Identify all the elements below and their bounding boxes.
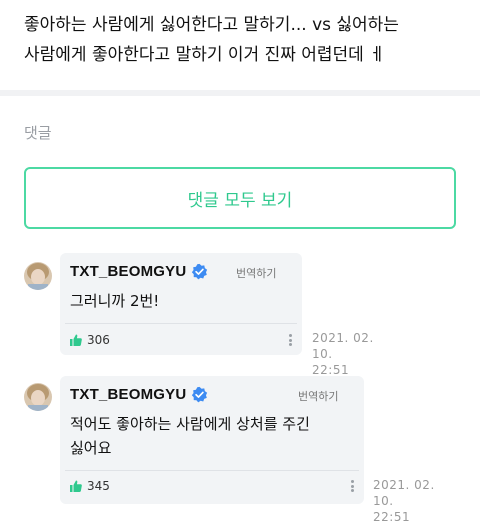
like-button[interactable]: 306 bbox=[70, 333, 110, 347]
comment-bubble: TXT_BEOMGYU 번역하기 그러니까 2번! 306 bbox=[60, 253, 302, 355]
comments-label: 댓글 bbox=[24, 124, 52, 142]
like-icon bbox=[70, 480, 82, 492]
avatar[interactable] bbox=[24, 262, 52, 290]
bubble-divider bbox=[65, 470, 359, 471]
avatar[interactable] bbox=[24, 383, 52, 411]
like-count: 345 bbox=[87, 479, 110, 493]
author-row: TXT_BEOMGYU bbox=[70, 386, 208, 403]
comment-bubble: TXT_BEOMGYU 번역하기 적어도 좋아하는 사람에게 상처를 주긴 싫어… bbox=[60, 376, 364, 504]
view-all-comments-button[interactable]: 댓글 모두 보기 bbox=[24, 167, 456, 229]
post-body: 좋아하는 사람에게 싫어한다고 말하기... vs 싫어하는 사람에게 좋아한다… bbox=[24, 15, 399, 65]
like-button[interactable]: 345 bbox=[70, 479, 110, 493]
comment-text: 적어도 좋아하는 사람에게 상처를 주긴 싫어요 bbox=[70, 415, 310, 457]
comment-date: 2021. 02. 10. 22:51 bbox=[373, 478, 435, 524]
more-icon[interactable] bbox=[289, 334, 293, 346]
verified-icon bbox=[192, 386, 208, 403]
section-divider bbox=[0, 90, 480, 96]
translate-link[interactable]: 번역하기 bbox=[298, 388, 338, 404]
like-icon bbox=[70, 334, 82, 346]
author-name[interactable]: TXT_BEOMGYU bbox=[70, 386, 186, 403]
comment-date: 2021. 02. 10. 22:51 bbox=[312, 331, 374, 377]
translate-link[interactable]: 번역하기 bbox=[236, 265, 276, 281]
more-icon[interactable] bbox=[351, 480, 355, 492]
like-count: 306 bbox=[87, 333, 110, 347]
author-name[interactable]: TXT_BEOMGYU bbox=[70, 263, 186, 280]
bubble-divider bbox=[65, 323, 297, 324]
comment-text: 그러니까 2번! bbox=[70, 292, 160, 310]
author-row: TXT_BEOMGYU bbox=[70, 263, 208, 280]
verified-icon bbox=[192, 263, 208, 280]
